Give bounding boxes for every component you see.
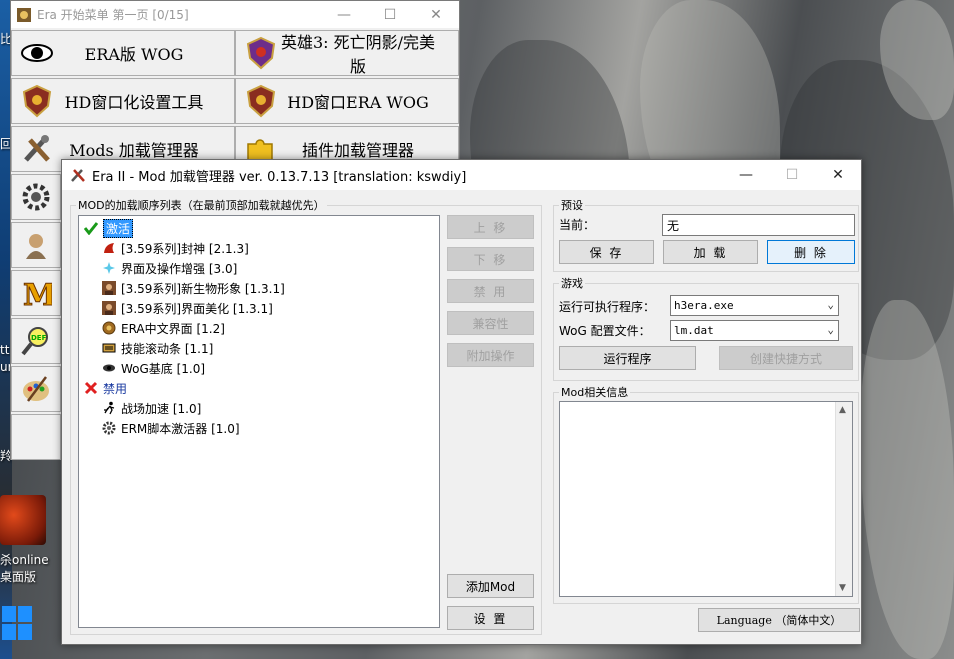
mod-info-textarea[interactable]: ▲ ▼ [559, 401, 853, 597]
game-shortcut-icon[interactable] [0, 495, 46, 545]
dialog-titlebar[interactable]: Era II - Mod 加载管理器 ver. 0.13.7.13 [trans… [62, 160, 861, 190]
windows-logo-icon[interactable] [0, 604, 36, 644]
tree-item[interactable]: 战场加速 [1.0] [101, 398, 201, 418]
minimize-button[interactable]: — [723, 167, 769, 183]
gear-icon [101, 320, 117, 336]
dialog-title: Era II - Mod 加载管理器 ver. 0.13.7.13 [trans… [92, 169, 467, 185]
shield-icon [22, 84, 52, 118]
dragon-icon [101, 240, 117, 256]
app-icon [17, 7, 31, 22]
language-button[interactable]: Language （简体中文） [698, 608, 860, 632]
create-shortcut-button[interactable]: 创建快捷方式 [719, 346, 853, 370]
portrait-icon [101, 280, 117, 296]
current-preset-field[interactable]: 无 [662, 214, 855, 236]
tree-item[interactable]: ERA中文界面 [1.2] [101, 318, 225, 338]
chevron-down-icon: ⌄ [827, 323, 834, 336]
start-menu-title: Era 开始菜单 第一页 [0/15] [37, 8, 189, 22]
cog-icon [101, 420, 117, 436]
gear-icon [22, 183, 50, 211]
runner-icon [101, 400, 117, 416]
compatibility-button[interactable]: 兼容性 [447, 311, 534, 335]
menu-button-def-tool[interactable]: DEF [11, 318, 61, 364]
desktop-shortcut-label[interactable]: 杀online [0, 551, 49, 568]
eye-icon [21, 44, 53, 62]
cross-icon [83, 380, 99, 396]
scroll-icon [101, 340, 117, 356]
minimize-button[interactable]: — [321, 7, 367, 23]
magnifier-icon: DEF [21, 327, 48, 356]
exe-select[interactable]: h3era.exe ⌄ [670, 295, 839, 316]
tools-icon [24, 135, 50, 162]
exe-label: 运行可执行程序： [559, 300, 656, 314]
wog-config-select[interactable]: lm.dat ⌄ [670, 320, 839, 341]
start-menu-titlebar[interactable]: Era 开始菜单 第一页 [0/15] — ☐ ✕ [11, 1, 459, 28]
svg-text:M: M [23, 278, 52, 309]
checkmark-icon [83, 220, 99, 236]
shield-icon [246, 84, 276, 118]
maximize-button[interactable]: ☐ [367, 7, 413, 23]
info-scrollbar[interactable]: ▲ ▼ [835, 402, 852, 596]
menu-button-hd-era-wog[interactable]: HD窗口ERA WOG [235, 78, 459, 124]
disable-button[interactable]: 禁 用 [447, 279, 534, 303]
menu-button-hd-settings[interactable]: HD窗口化设置工具 [11, 78, 235, 124]
palette-icon [23, 376, 49, 402]
tree-item[interactable]: [3.59系列]界面美化 [1.3.1] [101, 298, 273, 318]
tree-item[interactable]: 技能滚动条 [1.1] [101, 338, 213, 358]
tree-item[interactable]: WoG基底 [1.0] [101, 358, 205, 378]
load-preset-button[interactable]: 加 载 [663, 240, 758, 264]
extra-actions-button[interactable]: 附加操作 [447, 343, 534, 367]
tree-item[interactable]: [3.59系列]封神 [2.1.3] [101, 238, 249, 258]
menu-button-map-editor[interactable]: M [11, 270, 61, 316]
tree-group-enabled[interactable]: 激活 [83, 218, 134, 238]
delete-preset-button[interactable]: 删 除 [767, 240, 855, 264]
scroll-up-icon[interactable]: ▲ [839, 405, 846, 415]
move-up-button[interactable]: 上 移 [447, 215, 534, 239]
menu-button-settings[interactable] [11, 174, 61, 220]
menu-button-empty[interactable] [11, 414, 61, 460]
wizard-icon [26, 234, 46, 259]
current-preset-label: 当前： [559, 218, 596, 232]
save-preset-button[interactable]: 保 存 [559, 240, 654, 264]
settings-button[interactable]: 设 置 [447, 606, 534, 630]
maximize-button[interactable]: ☐ [769, 167, 815, 183]
portrait-icon [101, 300, 117, 316]
tree-item[interactable]: 界面及操作增强 [3.0] [101, 258, 237, 278]
eye-icon [101, 360, 117, 376]
menu-button-heroes3[interactable]: 英雄3: 死亡阴影/完美版 [235, 30, 459, 76]
wog-config-label: WoG 配置文件： [559, 324, 651, 338]
preset-label: 预设 [559, 197, 585, 213]
desktop-rock [860, 300, 954, 659]
tools-icon [71, 169, 85, 182]
sparkle-icon [101, 260, 117, 276]
chevron-down-icon: ⌄ [827, 298, 834, 311]
close-button[interactable]: ✕ [815, 167, 861, 183]
desktop-shortcut-label[interactable]: 桌面版 [0, 568, 36, 585]
tree-group-disabled[interactable]: 禁用 [83, 378, 127, 398]
run-program-button[interactable]: 运行程序 [559, 346, 696, 370]
menu-button-palette[interactable] [11, 366, 61, 412]
menu-button-era-wog[interactable]: ERA版 WOG [11, 30, 235, 76]
mod-list-label: MOD的加载顺序列表（在最前顶部加载就越优先） [76, 197, 327, 213]
add-mod-button[interactable]: 添加Mod [447, 574, 534, 598]
mod-tree[interactable]: 激活 [3.59系列]封神 [2.1.3] 界面及操作增强 [3.0] [3.5… [78, 215, 440, 628]
svg-text:DEF: DEF [31, 334, 47, 342]
m-letter-icon: M [23, 278, 53, 310]
mod-info-label: Mod相关信息 [559, 384, 631, 400]
mod-manager-dialog: Era II - Mod 加载管理器 ver. 0.13.7.13 [trans… [61, 159, 862, 645]
tree-item[interactable]: ERM脚本激活器 [1.0] [101, 418, 240, 438]
close-button[interactable]: ✕ [413, 7, 459, 23]
scroll-down-icon[interactable]: ▼ [839, 583, 846, 593]
shield-icon [246, 36, 276, 70]
tree-item[interactable]: [3.59系列]新生物形象 [1.3.1] [101, 278, 285, 298]
game-label: 游戏 [559, 275, 585, 291]
menu-button-wizard[interactable] [11, 222, 61, 268]
move-down-button[interactable]: 下 移 [447, 247, 534, 271]
